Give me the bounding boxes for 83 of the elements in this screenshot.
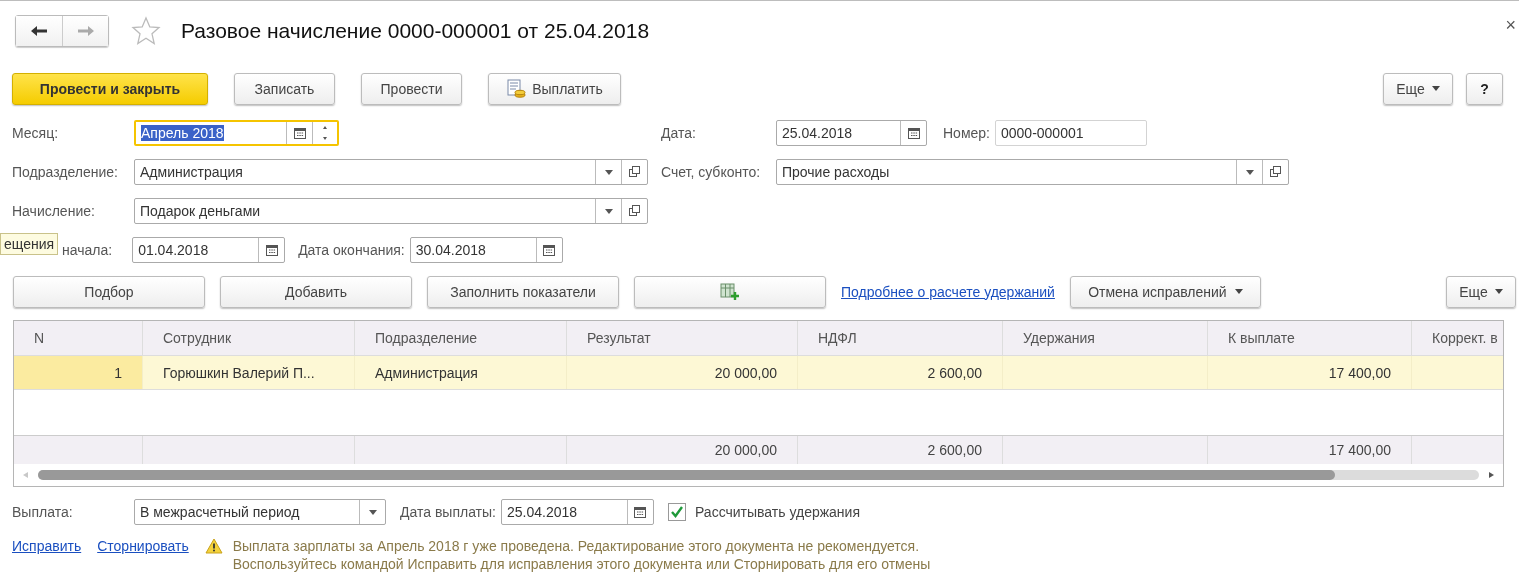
up-down-icon [322,124,328,142]
field-label: Номер: [943,125,990,141]
table-cell: Администрация [375,364,478,381]
caret-icon [1234,289,1243,294]
table-cell: 20 000,00 [714,364,777,381]
calendar-icon [907,127,920,139]
accrual-field[interactable]: Подарок деньгами [134,198,648,224]
table-toolbar-button[interactable]: Добавить [220,275,412,308]
open-window-icon [1269,166,1282,178]
caret-icon [1431,86,1440,91]
field-label: Дата выплаты: [400,504,496,520]
column-header[interactable]: Коррект. в [1412,321,1503,355]
checkbox[interactable] [668,503,686,521]
column-header[interactable]: N [14,321,143,355]
help-button[interactable]: ? [1466,72,1503,105]
total-cell: 20 000,00 [714,442,777,458]
calendar-icon [293,127,306,139]
back-button[interactable] [16,16,62,46]
start-date-field[interactable]: 01.04.2018 [132,237,286,263]
month-field[interactable]: Апрель 2018 [134,120,339,146]
department-field[interactable]: Администрация [134,159,648,185]
details-link[interactable]: Подробнее о расчете удержаний [841,283,1055,300]
date-field[interactable]: 25.04.2018 [776,120,927,146]
field-label: Дата окончания: [298,242,405,258]
document-coins-icon [506,78,527,99]
arrow-right-icon [76,25,95,37]
number-field[interactable]: 0000-000001 [995,120,1147,146]
calendar-icon [543,244,556,256]
open-window-icon [628,166,641,178]
field-label: Начисление: [12,203,96,219]
checkbox-label[interactable]: Рассчитывать удержания [695,504,860,520]
table-cell: 17 400,00 [1328,364,1391,381]
field-label: Подразделение: [12,164,119,180]
more-button[interactable]: Еще [1446,275,1516,308]
post-and-close-button[interactable]: Провести и закрыть [12,72,208,105]
table-toolbar-button[interactable]: Подбор [13,275,205,308]
table-cell: 1 [114,364,122,381]
total-cell: 2 600,00 [927,442,982,458]
column-header[interactable]: Подразделение [355,321,567,355]
table-cell: 2 600,00 [927,364,982,381]
column-header[interactable]: Сотрудник [143,321,355,355]
arrow-left-icon [30,25,48,37]
account-field[interactable]: Прочие расходы [776,159,1289,185]
column-header[interactable]: Результат [567,321,798,355]
field-label: Месяц: [12,125,60,141]
warning-text: Выплата зарплаты за Апрель 2018 г уже проведена. Редактирование этого документа не рекомендуется. [232,537,921,555]
open-window-icon [628,205,641,217]
scroll-right-icon[interactable] [1487,471,1495,479]
table-plus-icon [720,282,740,301]
calendar-icon [634,506,647,518]
field-label: начала: [62,242,113,258]
caret-icon [604,169,613,175]
caret-icon [368,509,377,515]
field-label: Выплата: [12,504,74,520]
cancel-corrections-button[interactable]: Отмена исправлений [1069,275,1261,308]
end-date-field[interactable]: 30.04.2018 [409,237,563,263]
column-header[interactable]: Удержания [1003,321,1208,355]
calendar-icon [265,244,278,256]
field-label: Счет, субконто: [661,164,762,180]
warning-icon [204,538,223,554]
caret-icon [1245,169,1254,175]
payment-field[interactable]: В межрасчетный период [134,499,386,525]
star-icon[interactable] [131,16,161,46]
table-row[interactable]: 1 Горюшкин Валерий П... Администрация 20 000,00 2 600,00 17 400,00 [14,356,1503,390]
pay-button[interactable]: Выплатить [488,72,621,105]
tooltip: ещения [0,233,59,255]
action-link[interactable]: Исправить [12,538,82,554]
column-header[interactable]: НДФЛ [798,321,1003,355]
caret-icon [604,208,613,214]
action-link[interactable]: Сторнировать [97,538,189,554]
table-cell: Горюшкин Валерий П... [163,364,315,381]
caret-icon [1494,289,1503,294]
field-label: Дата: [661,125,697,141]
window-title: Разовое начисление 0000-000001 от 25.04.2018 [181,19,650,43]
more-button[interactable]: Еще [1383,72,1453,105]
table-toolbar-button[interactable]: Заполнить показатели [427,275,619,308]
toolbar-button[interactable]: Провести [361,72,462,105]
warning-text: Воспользуйтесь командой Исправить для исправления этого документа или Сторнировать для его отмены [232,555,931,573]
toolbar-button[interactable]: Записать [234,72,335,105]
column-header[interactable]: К выплате [1208,321,1412,355]
close-button[interactable]: × [1505,15,1516,36]
pay-date-field[interactable]: 25.04.2018 [501,499,654,525]
total-cell: 17 400,00 [1328,442,1391,458]
